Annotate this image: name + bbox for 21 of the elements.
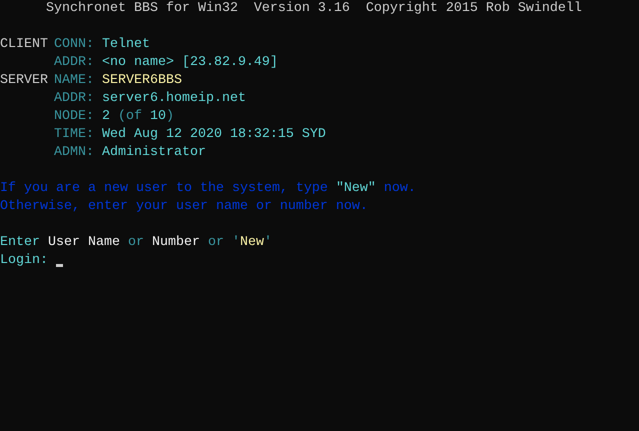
field-label: CONN:	[54, 36, 95, 54]
field-value: server6.homeip.net	[102, 90, 246, 108]
field-label: NODE:	[54, 108, 95, 126]
field-value: 2 (of 10)	[102, 108, 174, 126]
field-value: Telnet	[102, 36, 150, 54]
field-label: ADDR:	[54, 90, 95, 108]
field-value: SERVER6BBS	[102, 72, 182, 90]
field-label: TIME:	[54, 126, 95, 144]
banner-text: Synchronet BBS for Win32 Version 3.16 Copyright 2015 Rob Swindell	[46, 0, 582, 18]
field-value: <no name> [23.82.9.49]	[102, 54, 278, 72]
field-label: NAME:	[54, 72, 95, 90]
login-label: Login:	[0, 252, 48, 270]
field-label: ADDR:	[54, 54, 95, 72]
prompt-text: Enter User Name or Number or 'New'	[0, 234, 272, 252]
field-value: Wed Aug 12 2020 18:32:15 SYD	[102, 126, 326, 144]
field-value: Administrator	[102, 144, 206, 162]
message-text: If you are a new user to the system, type "New" now.	[0, 180, 416, 198]
message-text: Otherwise, enter your user name or number now.	[0, 198, 368, 216]
section-label: SERVER	[0, 73, 48, 88]
field-label: ADMN:	[54, 144, 95, 162]
section-label: CLIENT	[0, 37, 48, 52]
